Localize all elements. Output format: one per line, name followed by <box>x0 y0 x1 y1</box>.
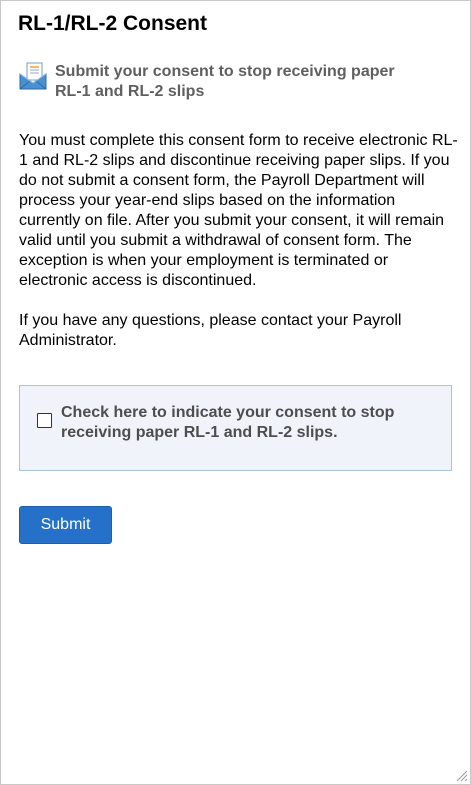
mail-icon <box>19 62 47 90</box>
resize-handle-icon[interactable] <box>454 768 468 782</box>
consent-checkbox-label[interactable]: Check here to indicate your consent to s… <box>61 403 431 443</box>
page-subtitle: Submit your consent to stop receiving pa… <box>55 63 395 100</box>
submit-button[interactable]: Submit <box>19 506 112 544</box>
contact-info: If you have any questions, please contac… <box>19 312 402 349</box>
page-title: RL-1/RL-2 Consent <box>18 12 207 35</box>
subtitle-row: Submit your consent to stop receiving pa… <box>18 61 425 102</box>
consent-checkbox[interactable] <box>37 413 52 428</box>
consent-panel: Check here to indicate your consent to s… <box>19 385 452 471</box>
consent-instructions: You must complete this consent form to r… <box>19 132 458 289</box>
consent-page: RL-1/RL-2 Consent Submit your consent to… <box>0 0 471 785</box>
